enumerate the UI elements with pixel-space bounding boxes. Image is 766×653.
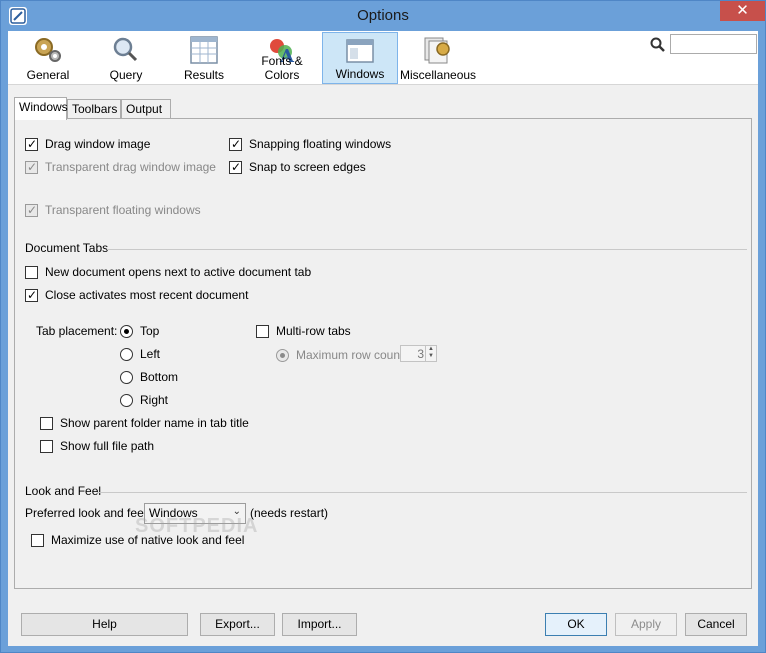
checkmark-icon: ✓ bbox=[27, 137, 38, 151]
magnifier-icon bbox=[110, 35, 142, 65]
cancel-button[interactable]: Cancel bbox=[685, 613, 747, 636]
checkbox-box: ✓ bbox=[25, 160, 38, 174]
checkbox-box[interactable]: ✓ bbox=[229, 160, 242, 174]
section-divider bbox=[107, 249, 747, 250]
tool-label: Miscellaneous bbox=[400, 68, 477, 82]
category-toolbar: General Query Results A Fonts & Colors W… bbox=[8, 31, 758, 85]
look-and-feel-heading: Look and Feel bbox=[25, 484, 102, 498]
checkbox-box[interactable] bbox=[31, 534, 44, 547]
tool-fonts-colors[interactable]: A Fonts & Colors bbox=[244, 32, 320, 84]
radio-circle[interactable] bbox=[120, 325, 133, 338]
tool-label: Fonts & Colors bbox=[261, 54, 303, 82]
search-icon bbox=[650, 37, 666, 53]
checkbox-label: Snapping floating windows bbox=[249, 137, 392, 151]
needs-restart-note: (needs restart) bbox=[250, 506, 329, 520]
export-button[interactable]: Export... bbox=[200, 613, 275, 636]
maximum-row-count-spinner: 3 ▲ ▼ bbox=[400, 345, 437, 362]
radio-label: Maximum row count: bbox=[296, 348, 407, 362]
checkbox-label: Close activates most recent document bbox=[45, 288, 249, 302]
checkbox-box[interactable] bbox=[40, 417, 53, 430]
windows-tab-panel: ✓ Drag window image ✓ Transparent drag w… bbox=[14, 118, 752, 589]
checkbox-label: Transparent drag window image bbox=[45, 160, 216, 174]
checkmark-icon: ✓ bbox=[27, 203, 38, 217]
tool-label: Results bbox=[183, 68, 224, 82]
checkbox-box[interactable]: ✓ bbox=[229, 137, 242, 151]
checkbox-box[interactable] bbox=[256, 325, 269, 338]
checkbox-label: Show parent folder name in tab title bbox=[60, 416, 249, 430]
tab-output[interactable]: Output bbox=[121, 99, 171, 119]
document-tabs-heading: Document Tabs bbox=[25, 241, 109, 255]
checkbox-label: Multi-row tabs bbox=[276, 324, 351, 338]
checkmark-icon: ✓ bbox=[231, 160, 242, 174]
apply-button[interactable]: Apply bbox=[615, 613, 677, 636]
close-button[interactable]: ✕ bbox=[720, 1, 765, 21]
radio-label: Right bbox=[140, 393, 169, 407]
options-window: Options ✕ General Query Results A Fonts … bbox=[0, 0, 766, 653]
radio-dot bbox=[124, 329, 129, 334]
checkbox-label: New document opens next to active docume… bbox=[45, 265, 312, 279]
tool-label: General bbox=[26, 68, 70, 82]
radio-circle[interactable] bbox=[120, 371, 133, 384]
gears-icon bbox=[32, 35, 64, 65]
search-input[interactable] bbox=[670, 34, 757, 54]
checkbox-box[interactable] bbox=[40, 440, 53, 453]
watermark: SOFTPEDIA bbox=[135, 515, 259, 537]
client-area: General Query Results A Fonts & Colors W… bbox=[8, 31, 758, 646]
checkmark-icon: ✓ bbox=[27, 288, 38, 302]
spinner-arrows-icon: ▲ ▼ bbox=[425, 346, 436, 361]
radio-circle[interactable] bbox=[120, 348, 133, 361]
radio-label: Top bbox=[140, 324, 160, 338]
checkbox-box[interactable]: ✓ bbox=[25, 288, 38, 302]
tool-label: Query bbox=[109, 68, 143, 82]
help-button[interactable]: Help bbox=[21, 613, 188, 636]
window-icon bbox=[344, 36, 376, 66]
radio-dot bbox=[280, 353, 285, 358]
section-divider bbox=[97, 492, 747, 493]
tool-label: Windows bbox=[335, 67, 385, 81]
radio-circle[interactable] bbox=[120, 394, 133, 407]
radio-circle bbox=[276, 349, 289, 362]
table-icon bbox=[188, 35, 220, 65]
checkbox-label: Transparent floating windows bbox=[45, 203, 201, 217]
radio-label: Bottom bbox=[140, 370, 179, 384]
checkbox-label: Snap to screen edges bbox=[249, 160, 366, 174]
window-title: Options bbox=[357, 7, 409, 24]
checkbox-box[interactable] bbox=[25, 266, 38, 279]
checkbox-box[interactable]: ✓ bbox=[25, 137, 38, 151]
misc-cards-icon bbox=[421, 35, 453, 65]
preferred-laf-label: Preferred look and feel: bbox=[25, 506, 150, 520]
tab-placement-label: Tab placement: bbox=[36, 324, 118, 338]
checkmark-icon: ✓ bbox=[231, 137, 242, 151]
checkbox-label: Show full file path bbox=[60, 439, 155, 453]
ok-button[interactable]: OK bbox=[545, 613, 607, 636]
tab-toolbars[interactable]: Toolbars bbox=[67, 99, 121, 119]
tool-results[interactable]: Results bbox=[164, 32, 244, 84]
title-bar[interactable]: Options ✕ bbox=[1, 1, 765, 31]
tool-general[interactable]: General bbox=[8, 32, 88, 84]
spinner-value: 3 bbox=[417, 347, 424, 361]
tool-miscellaneous[interactable]: Miscellaneous bbox=[400, 32, 477, 84]
checkmark-icon: ✓ bbox=[27, 160, 38, 174]
import-button[interactable]: Import... bbox=[282, 613, 357, 636]
tool-windows[interactable]: Windows bbox=[322, 32, 398, 84]
radio-label: Left bbox=[140, 347, 161, 361]
tool-query[interactable]: Query bbox=[88, 32, 164, 84]
tab-windows[interactable]: Windows bbox=[14, 97, 68, 120]
checkbox-label: Drag window image bbox=[45, 137, 151, 151]
checkbox-box: ✓ bbox=[25, 203, 38, 217]
